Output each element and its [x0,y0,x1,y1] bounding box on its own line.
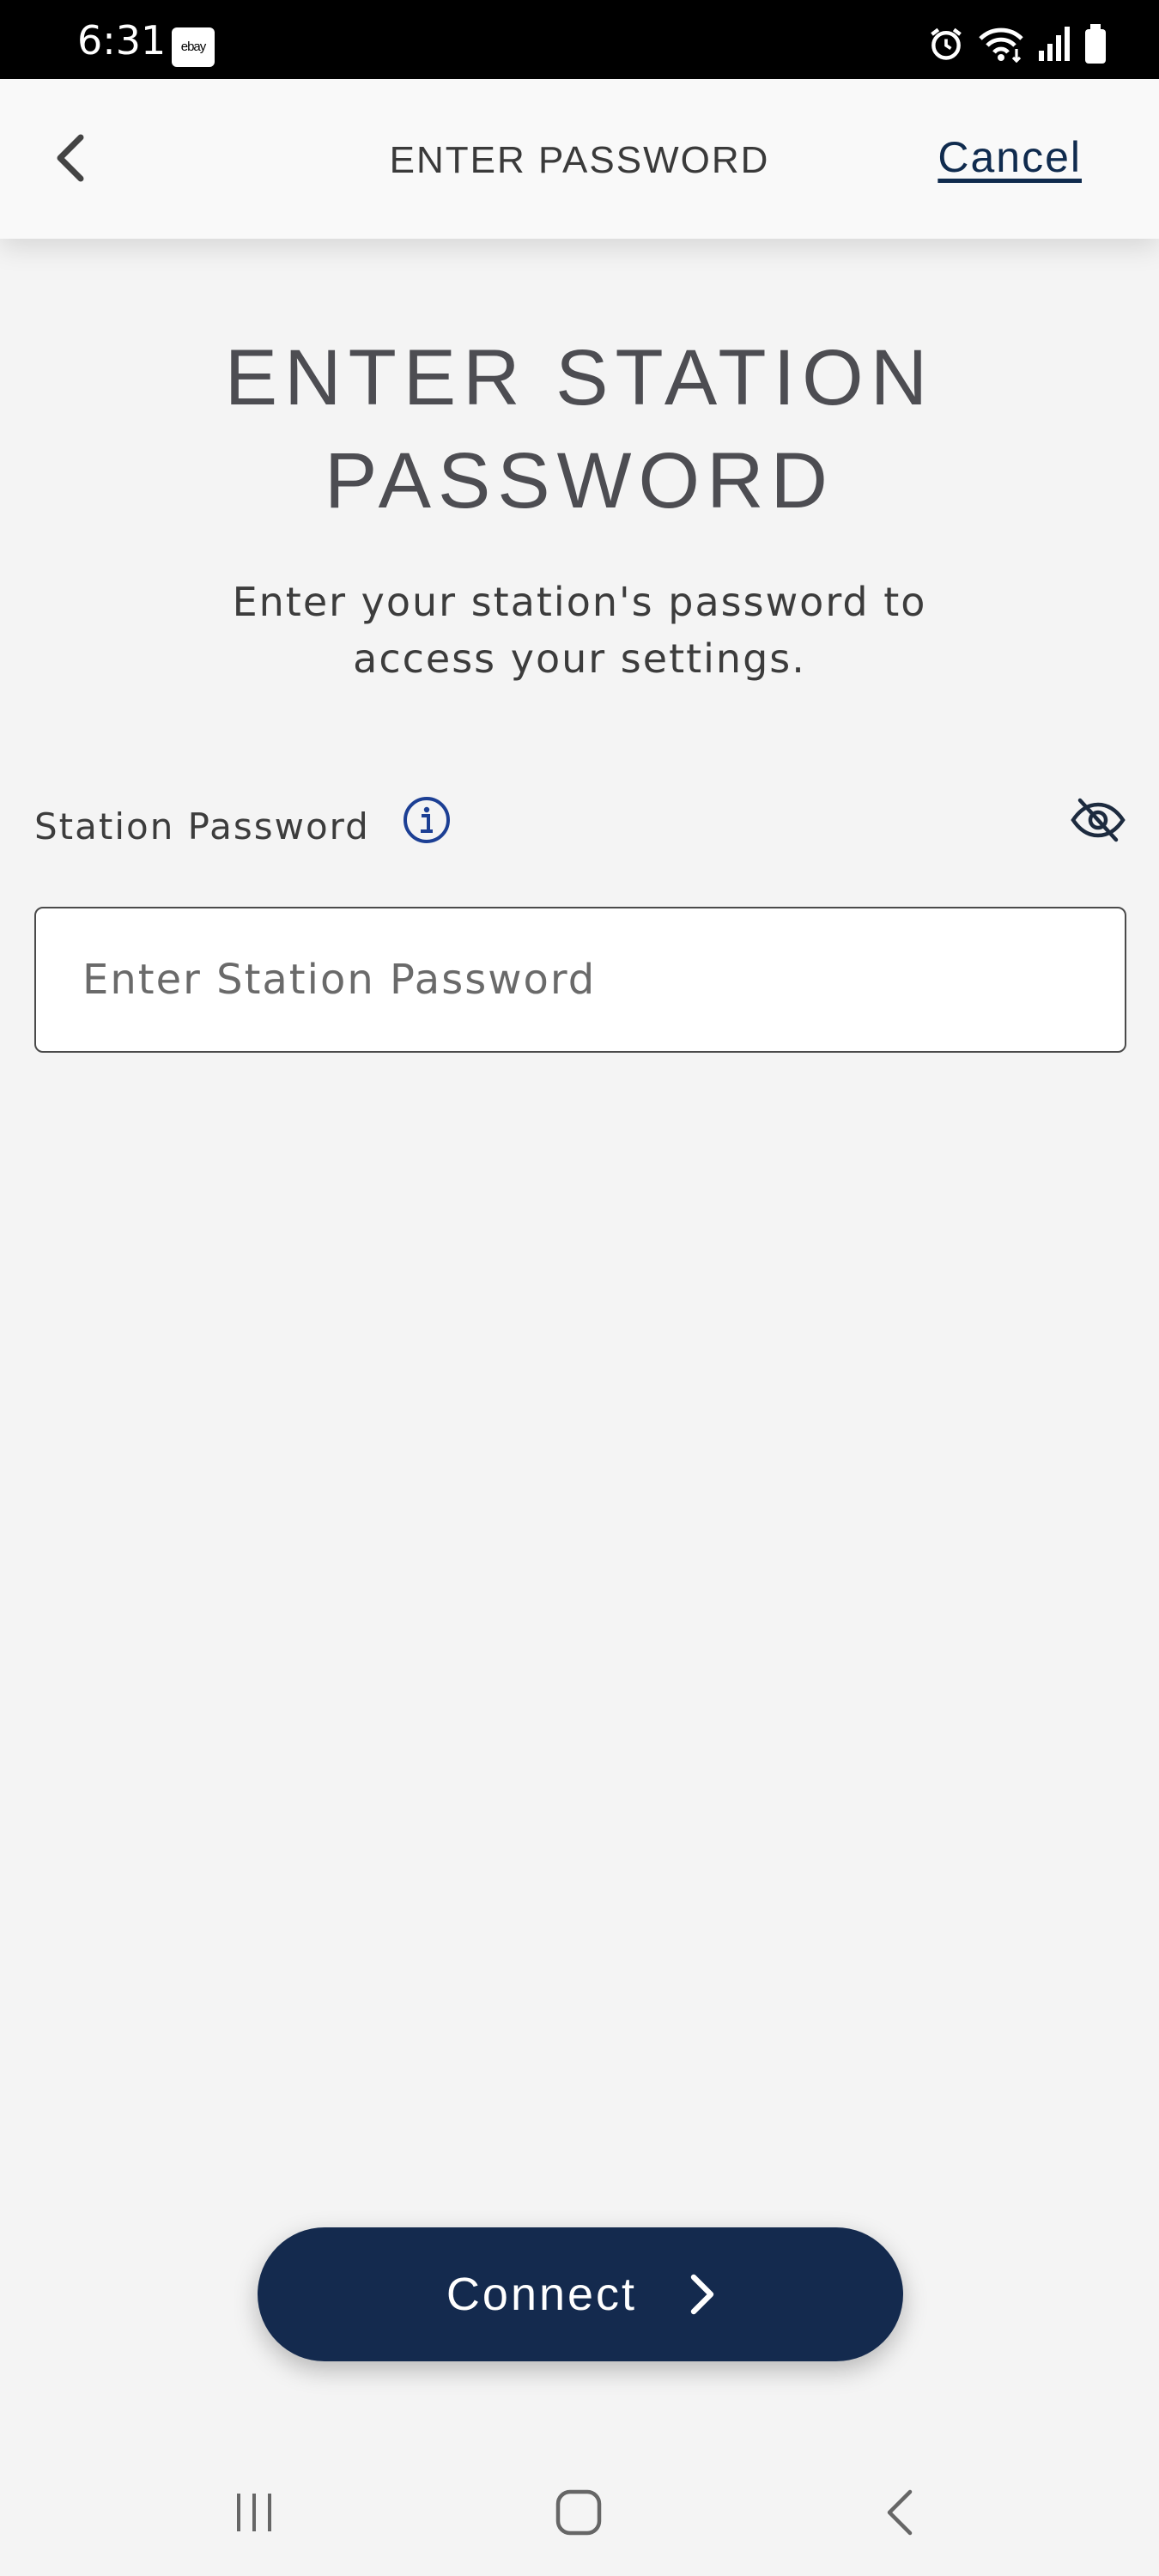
page-title: ENTER STATION PASSWORD [224,334,935,525]
status-time: 6:31 [77,17,167,64]
status-bar: 6:31 ebay [0,0,1159,79]
battery-icon [1085,24,1106,64]
alarm-icon [931,27,962,60]
eye-slash-icon[interactable] [1070,795,1126,845]
chevron-right-icon [690,2274,714,2315]
nav-back-icon[interactable] [883,2488,917,2537]
signal-icon [1039,27,1070,61]
enter-password-screen: 6:31 ebay ENTER PASSWORD Cancel ENTER ST… [0,0,1159,2576]
info-icon[interactable] [402,795,452,845]
status-icons [927,22,1107,65]
connect-label: Connect [446,2269,638,2320]
station-password-input[interactable] [34,907,1126,1053]
station-password-label: Station Password [34,805,370,848]
wifi-icon [979,27,1023,63]
ebay-notification-icon: ebay [172,27,215,67]
recent-apps-icon[interactable] [234,2490,276,2535]
app-header: ENTER PASSWORD Cancel [0,79,1159,239]
cancel-link[interactable]: Cancel [938,132,1082,182]
system-nav-bar [0,2456,1159,2576]
home-icon[interactable] [555,2488,603,2537]
page-subtitle: Enter your station's password to access … [232,579,927,682]
connect-button[interactable]: Connect [258,2227,903,2361]
